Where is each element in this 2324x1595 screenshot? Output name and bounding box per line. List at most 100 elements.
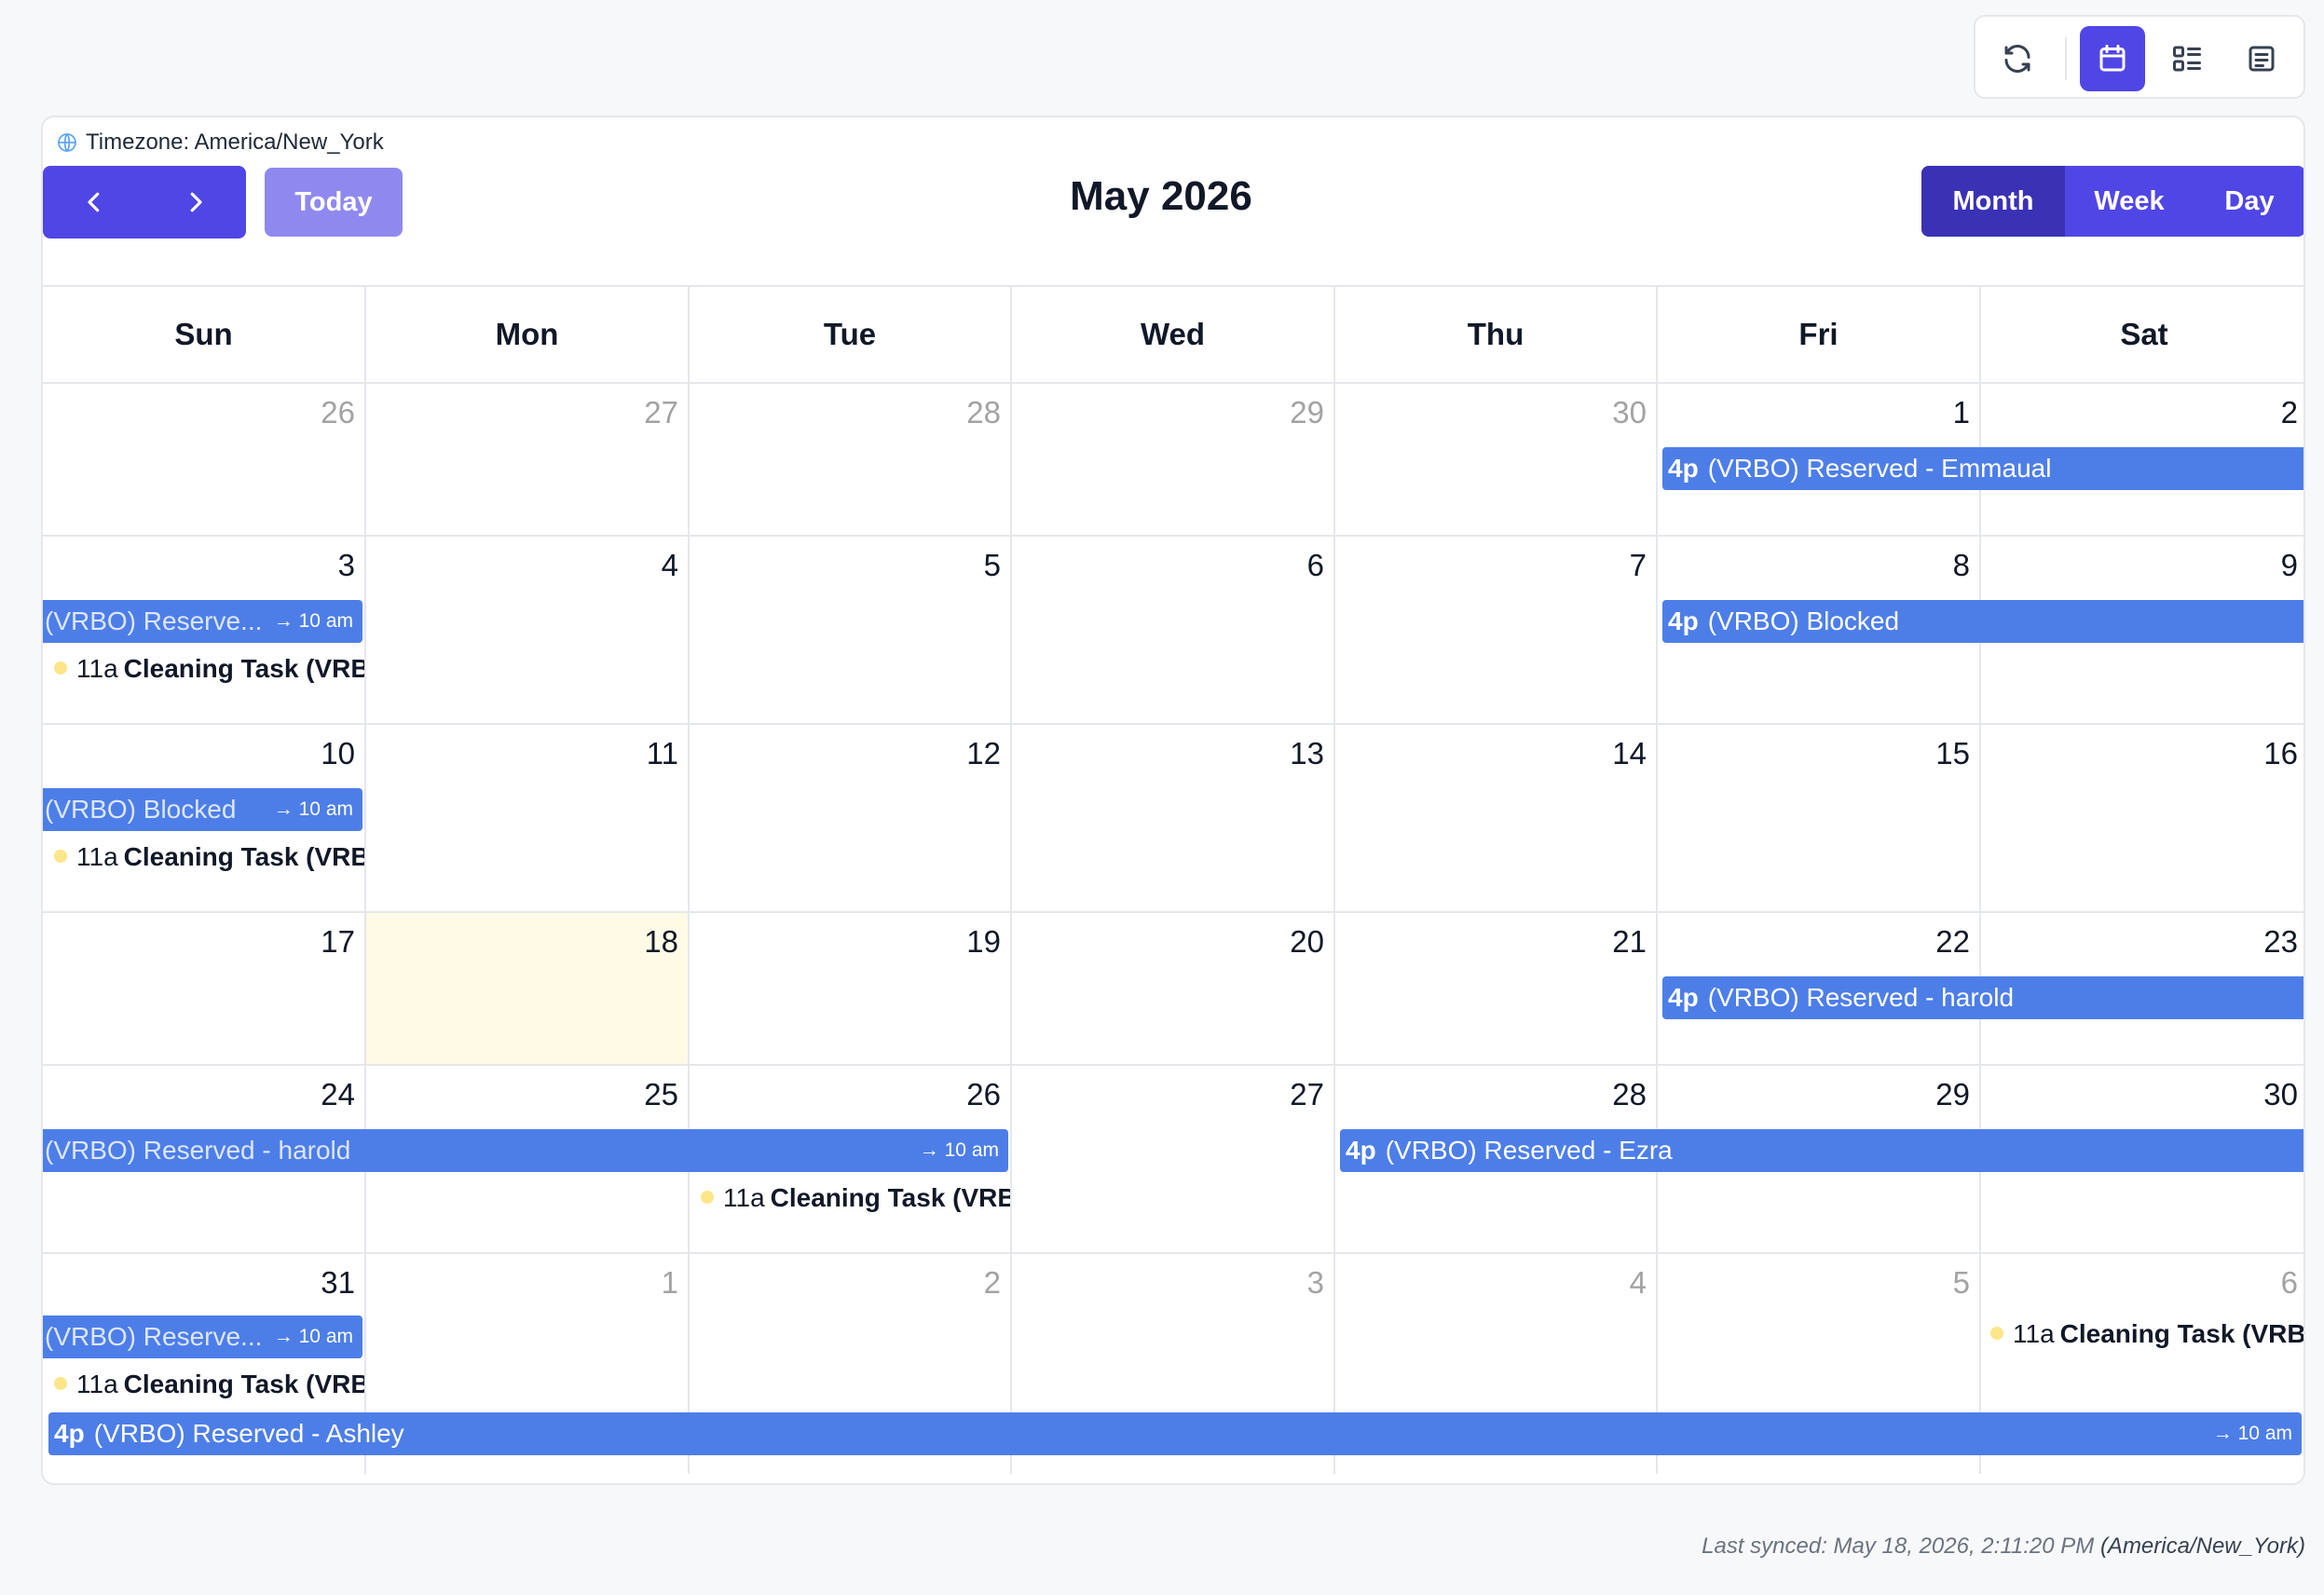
day-number: 29: [1290, 395, 1324, 429]
event-title: (VRBO) Reserved - Ezra: [1385, 1136, 1673, 1165]
next-button[interactable]: [144, 166, 246, 239]
last-synced-timezone: (America/New_York): [2099, 1534, 2305, 1559]
day-cell[interactable]: 21: [1335, 913, 1658, 1064]
toolbar-divider: [2065, 37, 2067, 80]
task-time: 11a: [76, 1370, 118, 1398]
list-view-button[interactable]: [2154, 26, 2220, 91]
task-title: Cleaning Task (VRBO): [123, 654, 364, 683]
day-number: 30: [2263, 1077, 2298, 1111]
day-number: 22: [1935, 924, 1970, 959]
task-item[interactable]: 11aCleaning Task (VRBO): [54, 1366, 364, 1403]
event-reserved-emmaual[interactable]: 4p (VRBO) Reserved - Emmaual: [1662, 447, 2303, 490]
event-time: 4p: [1668, 607, 1699, 635]
event-reserved-harold-continued[interactable]: (VRBO) Reserved - harold → 10 am: [43, 1129, 1008, 1172]
day-number: 29: [1935, 1077, 1970, 1111]
day-cell[interactable]: 26: [43, 384, 366, 535]
day-number: 31: [321, 1265, 355, 1300]
day-number: 26: [966, 1077, 1001, 1111]
week-row: 3 4 5 6 7 8 9 (VRBO) Reserve... → 10 am …: [43, 537, 2303, 725]
day-number: 8: [1952, 548, 1970, 582]
task-title: Cleaning Task (VRBO): [2059, 1319, 2305, 1348]
day-number: 12: [966, 736, 1001, 770]
week-row: 24 25 26 27 28 29 30 (VRBO) Reserved - h…: [43, 1066, 2303, 1254]
day-cell[interactable]: 29: [1012, 384, 1335, 535]
prev-button[interactable]: [43, 166, 144, 239]
day-number: 21: [1612, 924, 1647, 959]
task-time: 11a: [76, 654, 118, 683]
day-number: 18: [644, 924, 678, 959]
event-reserved-ezra-continued[interactable]: (VRBO) Reserve... → 10 am: [43, 1316, 362, 1358]
day-cell[interactable]: 17: [43, 913, 366, 1064]
day-number: 6: [2280, 1265, 2298, 1300]
day-view-button[interactable]: Day: [2194, 166, 2303, 237]
event-reserved-ezra[interactable]: 4p (VRBO) Reserved - Ezra: [1340, 1129, 2303, 1172]
day-cell[interactable]: 4: [366, 537, 690, 723]
month-view-button[interactable]: Month: [1921, 166, 2065, 237]
event-title: (VRBO) Blocked: [45, 795, 237, 824]
day-cell[interactable]: 27: [1012, 1066, 1335, 1252]
timezone-label: Timezone: America/New_York: [86, 130, 384, 155]
task-item[interactable]: 11aCleaning Task (VRBO): [701, 1179, 1010, 1217]
day-number: 15: [1935, 736, 1970, 770]
document-icon: [2249, 46, 2275, 72]
day-cell[interactable]: 13: [1012, 725, 1335, 911]
event-reserved-ashley[interactable]: 4p (VRBO) Reserved - Ashley → 10 am: [48, 1412, 2302, 1455]
day-number: 30: [1612, 395, 1647, 429]
day-cell[interactable]: 12: [690, 725, 1012, 911]
weekday-header: Thu: [1335, 287, 1658, 382]
event-end-time: → 10 am: [273, 1326, 353, 1347]
event-reserved-continued[interactable]: (VRBO) Reserve... → 10 am: [43, 600, 362, 643]
task-item[interactable]: 11aCleaning Task (VRBO): [1990, 1316, 2305, 1353]
calendar-view-button[interactable]: [2080, 26, 2145, 91]
week-row: 10 11 12 13 14 15 16 (VRBO) Blocked → 10…: [43, 725, 2303, 913]
task-dot: [54, 849, 67, 863]
day-number: 2: [983, 1265, 1001, 1300]
day-cell[interactable]: 20: [1012, 913, 1335, 1064]
list-icon: [2173, 46, 2201, 72]
weekday-header: Fri: [1658, 287, 1981, 382]
day-cell-today[interactable]: 18: [366, 913, 690, 1064]
week-view-button[interactable]: Week: [2065, 166, 2194, 237]
calendar-title: May 2026: [1070, 173, 1252, 219]
day-number: 1: [1952, 395, 1970, 429]
task-item[interactable]: 11aCleaning Task (VRBO): [54, 650, 364, 688]
task-item[interactable]: 11aCleaning Task (VRBO): [54, 838, 364, 876]
day-cell[interactable]: 16: [1981, 725, 2303, 911]
chevron-right-icon: [190, 192, 202, 212]
event-time: 4p: [54, 1419, 85, 1448]
task-time: 11a: [723, 1183, 765, 1212]
day-cell[interactable]: 6: [1012, 537, 1335, 723]
week-row: 17 18 19 20 21 22 23 4p (VRBO) Reserved -…: [43, 913, 2303, 1066]
day-cell[interactable]: 19: [690, 913, 1012, 1064]
day-number: 3: [1306, 1265, 1324, 1300]
task-dot: [701, 1190, 714, 1204]
day-number: 25: [644, 1077, 678, 1111]
event-blocked-continued[interactable]: (VRBO) Blocked → 10 am: [43, 788, 362, 831]
refresh-icon: [2004, 45, 2030, 73]
today-button[interactable]: Today: [265, 168, 403, 237]
day-cell[interactable]: 27: [366, 384, 690, 535]
refresh-button[interactable]: [1985, 26, 2050, 91]
event-reserved-harold[interactable]: 4p (VRBO) Reserved - harold: [1662, 976, 2303, 1019]
day-cell[interactable]: 7: [1335, 537, 1658, 723]
day-number: 11: [646, 736, 678, 770]
day-cell[interactable]: 11: [366, 725, 690, 911]
day-number: 10: [321, 736, 355, 770]
task-title: Cleaning Task (VRBO): [123, 842, 364, 871]
day-cell[interactable]: 14: [1335, 725, 1658, 911]
day-number: 6: [1306, 548, 1324, 582]
day-cell[interactable]: 5: [690, 537, 1012, 723]
day-cell[interactable]: 28: [690, 384, 1012, 535]
event-blocked[interactable]: 4p (VRBO) Blocked: [1662, 600, 2303, 643]
chevron-left-icon: [87, 192, 99, 212]
nav-button-group: [43, 166, 246, 239]
calendar-icon: [2099, 45, 2126, 72]
last-synced-text: Last synced: May 18, 2026, 2:11:20 PM: [1702, 1534, 2095, 1559]
weekday-header: Wed: [1012, 287, 1335, 382]
event-end-time: → 10 am: [2212, 1423, 2292, 1444]
task-time: 11a: [2013, 1319, 2055, 1348]
day-cell[interactable]: 30: [1335, 384, 1658, 535]
day-cell[interactable]: 15: [1658, 725, 1981, 911]
document-view-button[interactable]: [2229, 26, 2294, 91]
weekday-header: Tue: [690, 287, 1012, 382]
